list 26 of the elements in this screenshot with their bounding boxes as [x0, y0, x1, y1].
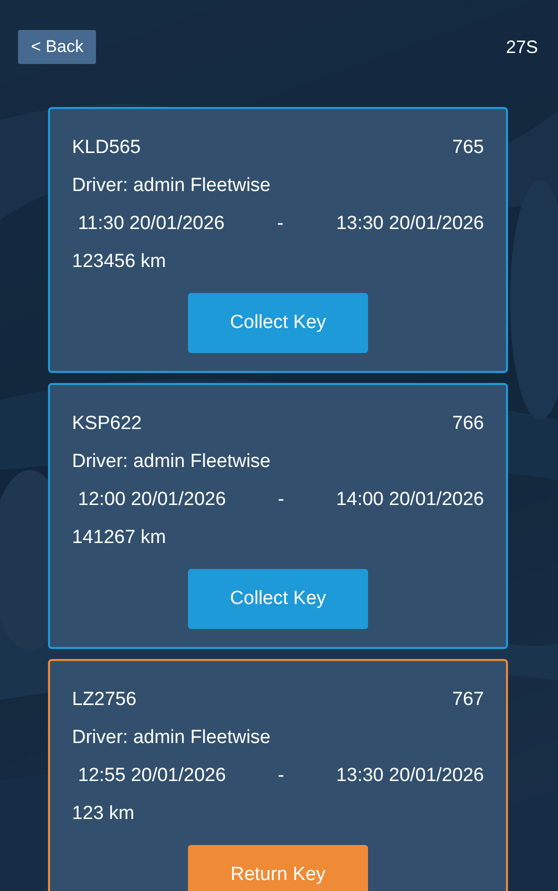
back-button[interactable]: < Back — [18, 30, 96, 64]
start-time: 12:00 20/01/2026 — [78, 489, 226, 511]
end-time: 13:30 20/01/2026 — [336, 765, 484, 787]
time-separator: - — [278, 489, 284, 511]
end-time: 13:30 20/01/2026 — [336, 213, 484, 235]
booking-number: 765 — [452, 137, 484, 159]
driver-name: Driver: admin Fleetwise — [72, 175, 270, 197]
header-code: 27S — [506, 36, 538, 58]
time-separator: - — [277, 213, 284, 235]
return-key-button[interactable]: Return Key — [188, 845, 368, 891]
driver-name: Driver: admin Fleetwise — [72, 451, 270, 473]
mileage: 123456 km — [72, 251, 166, 273]
start-time: 11:30 20/01/2026 — [78, 213, 225, 235]
plate-number: LZ2756 — [72, 689, 136, 711]
start-time: 12:55 20/01/2026 — [78, 765, 226, 787]
driver-name: Driver: admin Fleetwise — [72, 727, 270, 749]
collect-key-button[interactable]: Collect Key — [188, 569, 368, 629]
booking-number: 767 — [452, 689, 484, 711]
mileage: 141267 km — [72, 527, 166, 549]
mileage: 123 km — [72, 803, 134, 825]
plate-number: KLD565 — [72, 137, 141, 159]
booking-number: 766 — [452, 413, 484, 435]
plate-number: KSP622 — [72, 413, 142, 435]
end-time: 14:00 20/01/2026 — [336, 489, 484, 511]
time-separator: - — [278, 765, 284, 787]
collect-key-button[interactable]: Collect Key — [188, 293, 368, 353]
